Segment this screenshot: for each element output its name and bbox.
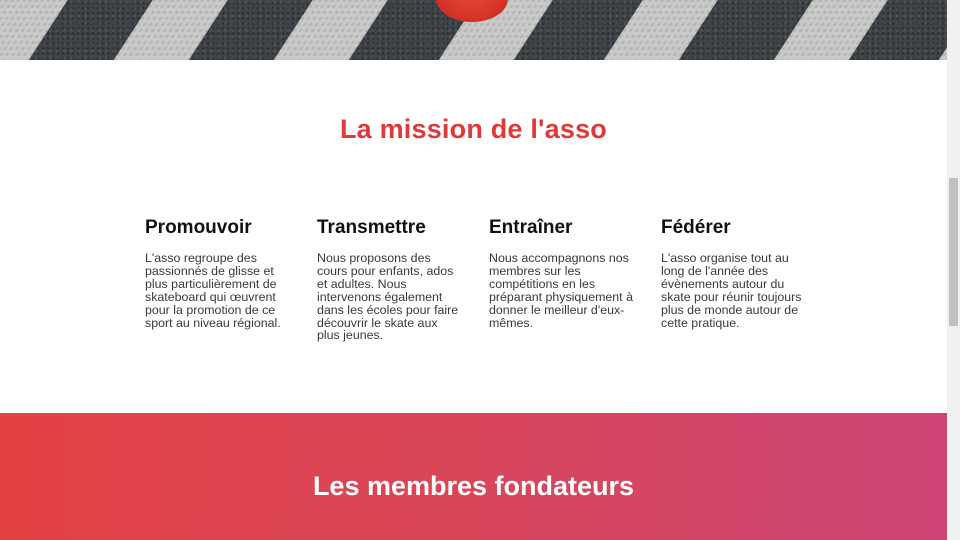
column-text: L'asso organise tout au long de l'année …	[661, 251, 802, 330]
column-heading: Entraîner	[489, 217, 573, 238]
page-scrollbar[interactable]	[947, 0, 960, 540]
column-heading: Fédérer	[661, 217, 731, 238]
mission-title: La mission de l'asso	[339, 114, 607, 144]
mission-column-federer: Fédérer L'asso organise tout au long de …	[661, 216, 806, 329]
column-text: L'asso regroupe des passionnés de glisse…	[145, 251, 281, 330]
column-text: Nous accompagnons nos membres sur les co…	[489, 251, 633, 330]
founders-section: Les membres fondateurs	[0, 413, 947, 540]
mission-column-promouvoir: Promouvoir L'asso regroupe des passionné…	[145, 216, 290, 329]
founders-title: Les membres fondateurs	[312, 471, 635, 501]
hero-image	[0, 0, 947, 60]
mission-column-entrainer: Entraîner Nous accompagnons nos membres …	[489, 216, 634, 329]
scrollbar-thumb[interactable]	[949, 178, 958, 326]
column-text: Nous proposons des cours pour enfants, a…	[317, 251, 459, 343]
column-heading: Transmettre	[317, 217, 426, 238]
page: La mission de l'asso Promouvoir L'asso r…	[0, 0, 947, 540]
mission-column-transmettre: Transmettre Nous proposons des cours pou…	[317, 216, 462, 342]
column-heading: Promouvoir	[145, 217, 252, 238]
